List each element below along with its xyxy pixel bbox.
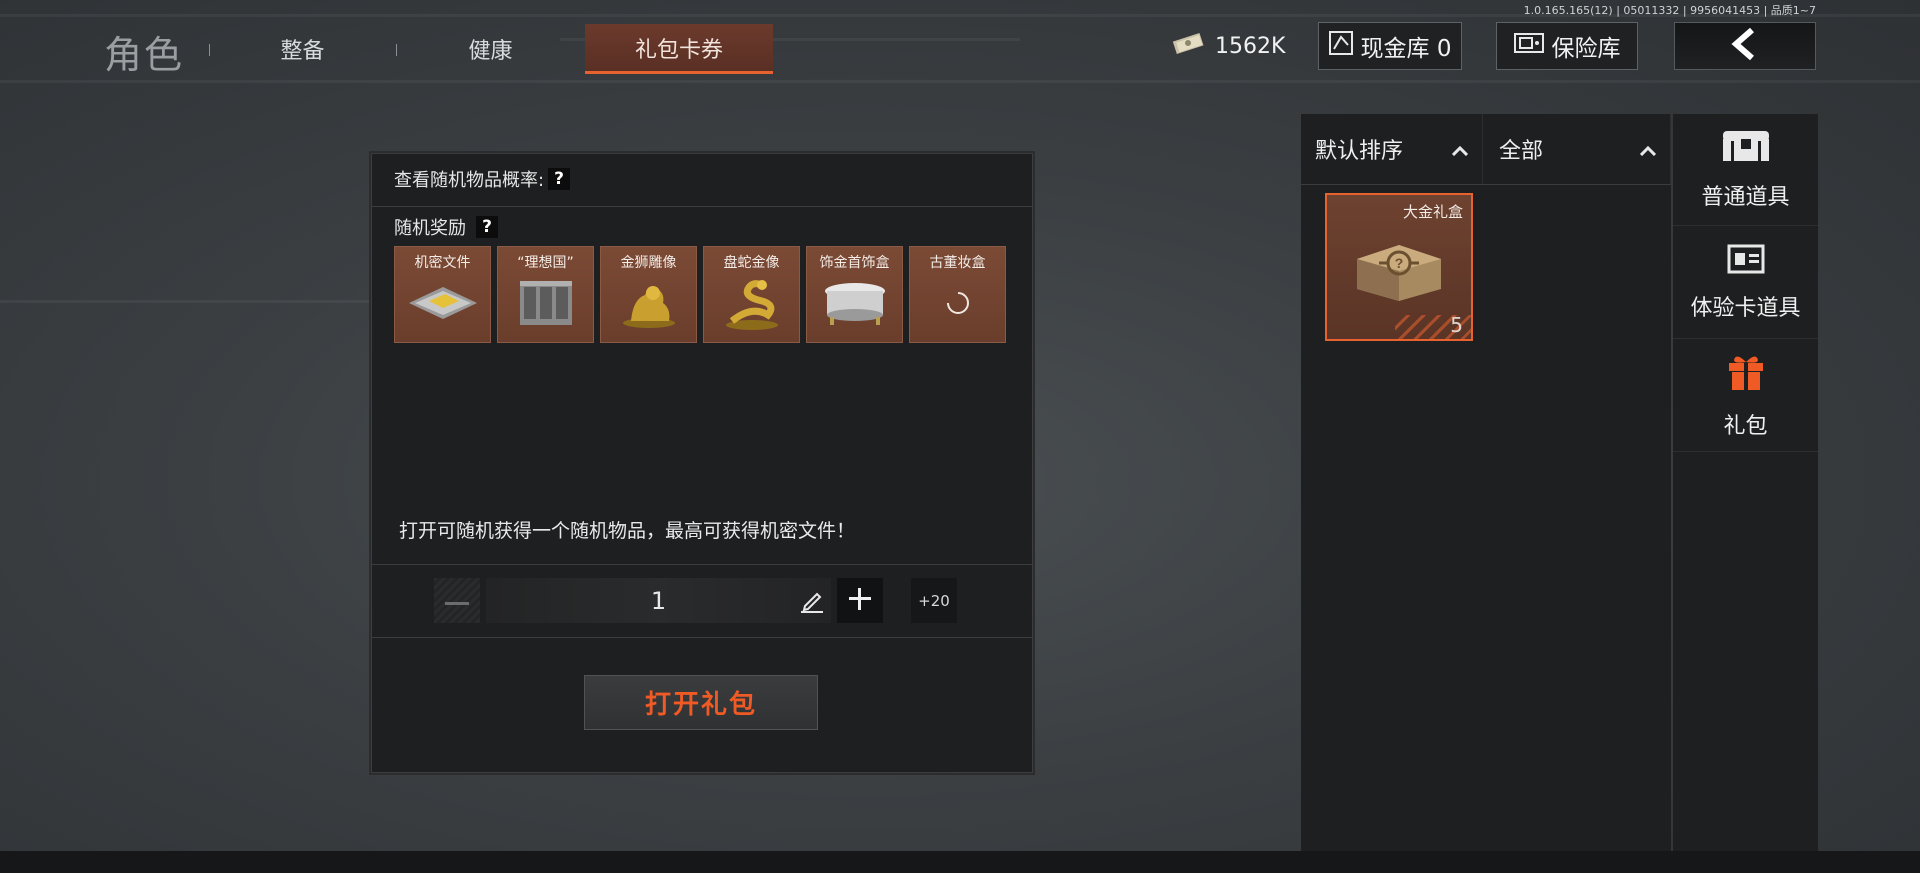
decrease-button[interactable] bbox=[434, 578, 480, 623]
category-label: 礼包 bbox=[1723, 413, 1768, 439]
item-name: 大金礼盒 bbox=[1402, 203, 1463, 221]
reward-item[interactable]: “理想国” bbox=[497, 246, 594, 343]
money-icon bbox=[1171, 32, 1205, 60]
reward-item[interactable]: 机密文件 bbox=[394, 246, 491, 343]
divider bbox=[372, 206, 1032, 207]
quantity-stepper: 1 +20 bbox=[434, 578, 957, 623]
safe-label: 保险库 bbox=[1551, 36, 1621, 62]
reward-grid: 机密文件 “理想国” 金狮雕像 盘蛇金像 饰金首饰盒 古董妆盒 bbox=[394, 246, 1006, 343]
inventory-panel: 默认排序 全部 大金礼盒 ? 5 bbox=[1301, 114, 1671, 852]
category-normal-items[interactable]: 普通道具 bbox=[1673, 114, 1818, 226]
reward-name: 金狮雕像 bbox=[620, 255, 677, 271]
probability-help-button[interactable]: ? bbox=[548, 168, 571, 190]
filter-dropdown[interactable]: 全部 bbox=[1485, 114, 1671, 184]
category-label: 普通道具 bbox=[1701, 184, 1790, 210]
chest-icon bbox=[1721, 129, 1771, 169]
item-count: 5 bbox=[1450, 313, 1463, 337]
chevron-up-icon bbox=[1451, 137, 1469, 162]
quantity-value: 1 bbox=[650, 586, 667, 615]
money-value: 1562K bbox=[1215, 33, 1286, 59]
reward-item[interactable]: 盘蛇金像 bbox=[703, 246, 800, 343]
category-gift-packs[interactable]: 礼包 bbox=[1673, 340, 1818, 452]
reward-name: 盘蛇金像 bbox=[723, 255, 780, 271]
nav-separator bbox=[209, 44, 210, 56]
plus-icon bbox=[847, 586, 873, 616]
cash-vault-button[interactable]: 现金库 0 bbox=[1318, 22, 1462, 70]
category-trial-cards[interactable]: 体验卡道具 bbox=[1673, 227, 1818, 339]
lion-statue-icon bbox=[619, 277, 679, 333]
sort-label: 默认排序 bbox=[1315, 139, 1404, 164]
nav-separator bbox=[396, 44, 397, 56]
category-label: 体验卡道具 bbox=[1690, 295, 1801, 321]
tab-equip[interactable]: 整备 bbox=[230, 24, 375, 74]
gift-detail-panel: 查看随机物品概率: ? 随机奖励 ? 机密文件 “理想国” 金狮雕像 盘蛇金像 … bbox=[371, 153, 1033, 773]
divider bbox=[1301, 184, 1671, 185]
tab-gift-cards[interactable]: 礼包卡券 bbox=[585, 24, 773, 74]
probability-label: 查看随机物品概率: bbox=[394, 170, 545, 191]
jewelry-box-icon bbox=[820, 279, 890, 331]
sort-dropdown[interactable]: 默认排序 bbox=[1301, 114, 1483, 184]
reward-item[interactable]: 古董妆盒 bbox=[909, 246, 1006, 343]
plus-twenty-button[interactable]: +20 bbox=[911, 578, 957, 623]
bottom-bar bbox=[0, 851, 1920, 873]
chevron-up-icon bbox=[1639, 137, 1657, 162]
divider bbox=[372, 637, 1032, 638]
reward-name: 机密文件 bbox=[414, 255, 471, 271]
loading-icon bbox=[943, 288, 973, 322]
svg-text:?: ? bbox=[1395, 255, 1404, 271]
document-tray-icon bbox=[403, 283, 483, 327]
money-display: 1562K bbox=[1161, 26, 1295, 66]
reward-item[interactable]: 金狮雕像 bbox=[600, 246, 697, 343]
tab-health[interactable]: 健康 bbox=[418, 24, 563, 74]
reward-item[interactable]: 饰金首饰盒 bbox=[806, 246, 903, 343]
gift-icon bbox=[1726, 352, 1766, 398]
rewards-row: 随机奖励 ? bbox=[394, 214, 498, 240]
gift-description: 打开可随机获得一个随机物品，最高可获得机密文件！ bbox=[399, 520, 856, 542]
quantity-input[interactable]: 1 bbox=[486, 578, 831, 623]
rewards-help-button[interactable]: ? bbox=[476, 216, 498, 238]
safe-button[interactable]: 保险库 bbox=[1496, 22, 1638, 70]
cash-vault-label: 现金库 0 bbox=[1360, 36, 1452, 62]
card-icon bbox=[1727, 244, 1765, 280]
crate-icon bbox=[516, 277, 576, 333]
increase-button[interactable] bbox=[837, 578, 883, 623]
minus-icon bbox=[445, 591, 469, 610]
reward-name: 饰金首饰盒 bbox=[819, 255, 890, 271]
divider bbox=[372, 564, 1032, 565]
page-title: 角色 bbox=[104, 33, 185, 77]
open-gift-button[interactable]: 打开礼包 bbox=[584, 675, 818, 730]
version-text: 1.0.165.165(12) | 05011332 | 9956041453 … bbox=[1523, 4, 1816, 17]
cash-vault-icon bbox=[1328, 31, 1353, 61]
safe-icon bbox=[1513, 32, 1544, 60]
edit-icon[interactable] bbox=[799, 590, 825, 620]
reward-name: 古董妆盒 bbox=[929, 255, 986, 271]
category-sidebar: 普通道具 体验卡道具 礼包 bbox=[1673, 114, 1818, 852]
chevron-left-icon bbox=[1730, 27, 1760, 64]
rewards-label: 随机奖励 bbox=[394, 218, 466, 239]
back-button[interactable] bbox=[1674, 22, 1816, 70]
reward-name: “理想国” bbox=[517, 255, 574, 271]
gift-box-icon: ? bbox=[1349, 233, 1449, 307]
filter-label: 全部 bbox=[1499, 139, 1544, 164]
snake-statue-icon bbox=[722, 275, 782, 335]
probability-row: 查看随机物品概率: ? bbox=[394, 166, 571, 192]
inventory-item[interactable]: 大金礼盒 ? 5 bbox=[1325, 193, 1473, 341]
